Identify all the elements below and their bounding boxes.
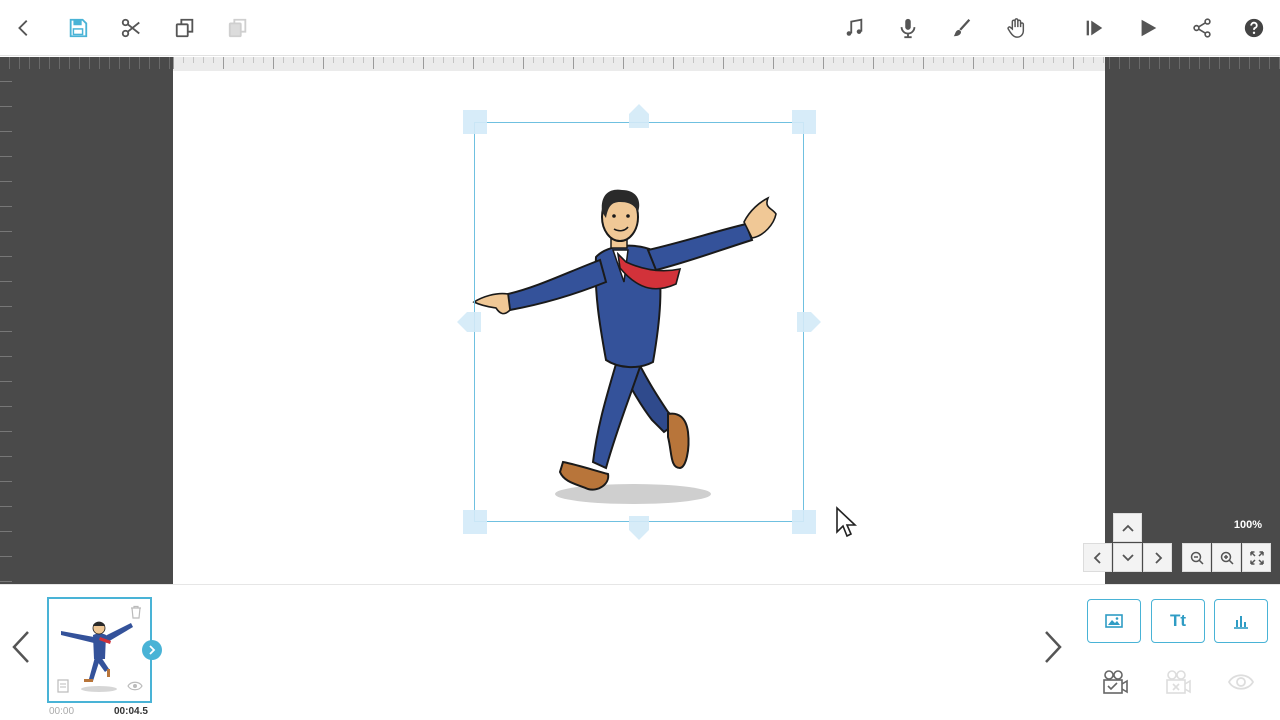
timeline-panel: 00:00 00:04.5 Tt bbox=[0, 584, 1280, 720]
microphone-icon bbox=[900, 18, 916, 39]
save-icon bbox=[69, 18, 88, 38]
add-text-button[interactable]: Tt bbox=[1151, 599, 1205, 643]
zoom-out-button[interactable] bbox=[1182, 543, 1211, 572]
slide-end-time: 00:04.5 bbox=[114, 706, 148, 717]
left-ruler bbox=[0, 57, 12, 584]
zoom-in-button[interactable] bbox=[1212, 543, 1241, 572]
chevron-left-icon bbox=[12, 631, 29, 663]
pan-left-icon bbox=[1093, 551, 1101, 564]
save-button[interactable] bbox=[62, 12, 94, 44]
hand-icon bbox=[1007, 18, 1025, 38]
delete-slide-icon[interactable] bbox=[129, 605, 143, 619]
cut-icon bbox=[121, 18, 140, 38]
camera-remove-icon bbox=[1166, 670, 1191, 694]
slide-visibility-icon[interactable] bbox=[127, 681, 143, 691]
fit-screen-icon bbox=[1249, 550, 1264, 565]
preview-eye-icon bbox=[1227, 674, 1255, 690]
help-button[interactable] bbox=[1238, 12, 1270, 44]
top-toolbar bbox=[0, 0, 1280, 56]
camera-check-icon bbox=[1103, 670, 1128, 694]
paste-button[interactable] bbox=[222, 12, 254, 44]
fit-screen-button[interactable] bbox=[1242, 543, 1271, 572]
brush-button[interactable] bbox=[946, 12, 978, 44]
play-from-slide-icon bbox=[1086, 20, 1103, 36]
chart-icon bbox=[1234, 616, 1248, 629]
slide-next-button[interactable] bbox=[142, 640, 162, 660]
slide-canvas[interactable] bbox=[173, 57, 1105, 584]
copy-icon bbox=[175, 18, 194, 38]
chevron-right-icon bbox=[149, 645, 156, 655]
resize-handle-top-right[interactable] bbox=[792, 110, 816, 134]
timeline-prev-button[interactable] bbox=[6, 625, 36, 669]
music-button[interactable] bbox=[838, 12, 870, 44]
share-button[interactable] bbox=[1186, 12, 1218, 44]
camera-remove-button[interactable] bbox=[1163, 667, 1193, 697]
resize-handle-bottom-left[interactable] bbox=[463, 510, 487, 534]
play-button[interactable] bbox=[1132, 12, 1164, 44]
preview-eye-button[interactable] bbox=[1226, 667, 1256, 697]
camera-check-button[interactable] bbox=[1100, 667, 1130, 697]
canvas-ruler bbox=[173, 57, 1105, 71]
resize-handle-top-left[interactable] bbox=[463, 110, 487, 134]
music-icon bbox=[846, 18, 863, 36]
slide-thumbnail[interactable] bbox=[47, 597, 152, 703]
brush-icon bbox=[953, 18, 971, 37]
pan-down-icon bbox=[1121, 553, 1134, 561]
add-chart-button[interactable] bbox=[1214, 599, 1268, 643]
copy-button[interactable] bbox=[169, 12, 201, 44]
zoom-in-icon bbox=[1220, 551, 1234, 565]
back-icon bbox=[18, 20, 28, 36]
paste-icon bbox=[228, 18, 247, 38]
add-text-label: Tt bbox=[1169, 611, 1187, 630]
resize-handle-top[interactable] bbox=[627, 104, 651, 128]
resize-handle-bottom-right[interactable] bbox=[792, 510, 816, 534]
slide-start-time: 00:00 bbox=[49, 706, 75, 717]
workspace: 100% bbox=[0, 57, 1280, 584]
chevron-right-icon bbox=[1045, 631, 1062, 663]
slide-notes-icon[interactable] bbox=[57, 679, 69, 693]
image-icon bbox=[1105, 614, 1123, 628]
resize-handle-left[interactable] bbox=[457, 310, 481, 334]
selection-box[interactable] bbox=[474, 122, 804, 522]
share-icon bbox=[1193, 18, 1211, 38]
pan-left-button[interactable] bbox=[1083, 543, 1112, 572]
zoom-level: 100% bbox=[1233, 519, 1262, 531]
play-from-slide-button[interactable] bbox=[1078, 12, 1110, 44]
add-image-button[interactable] bbox=[1087, 599, 1141, 643]
pan-up-icon bbox=[1121, 524, 1134, 532]
resize-handle-right[interactable] bbox=[797, 310, 821, 334]
back-button[interactable] bbox=[8, 12, 40, 44]
pan-up-button[interactable] bbox=[1113, 513, 1142, 542]
resize-handle-bottom[interactable] bbox=[627, 516, 651, 540]
pan-down-button[interactable] bbox=[1113, 543, 1142, 572]
zoom-out-icon bbox=[1190, 551, 1204, 565]
help-icon bbox=[1244, 18, 1264, 38]
microphone-button[interactable] bbox=[892, 12, 924, 44]
timeline-next-button[interactable] bbox=[1038, 625, 1068, 669]
cut-button[interactable] bbox=[115, 12, 147, 44]
play-icon bbox=[1141, 19, 1157, 37]
pan-right-button[interactable] bbox=[1143, 543, 1172, 572]
mouse-cursor-icon bbox=[836, 506, 857, 538]
hand-button[interactable] bbox=[1000, 12, 1032, 44]
pan-right-icon bbox=[1154, 551, 1162, 564]
